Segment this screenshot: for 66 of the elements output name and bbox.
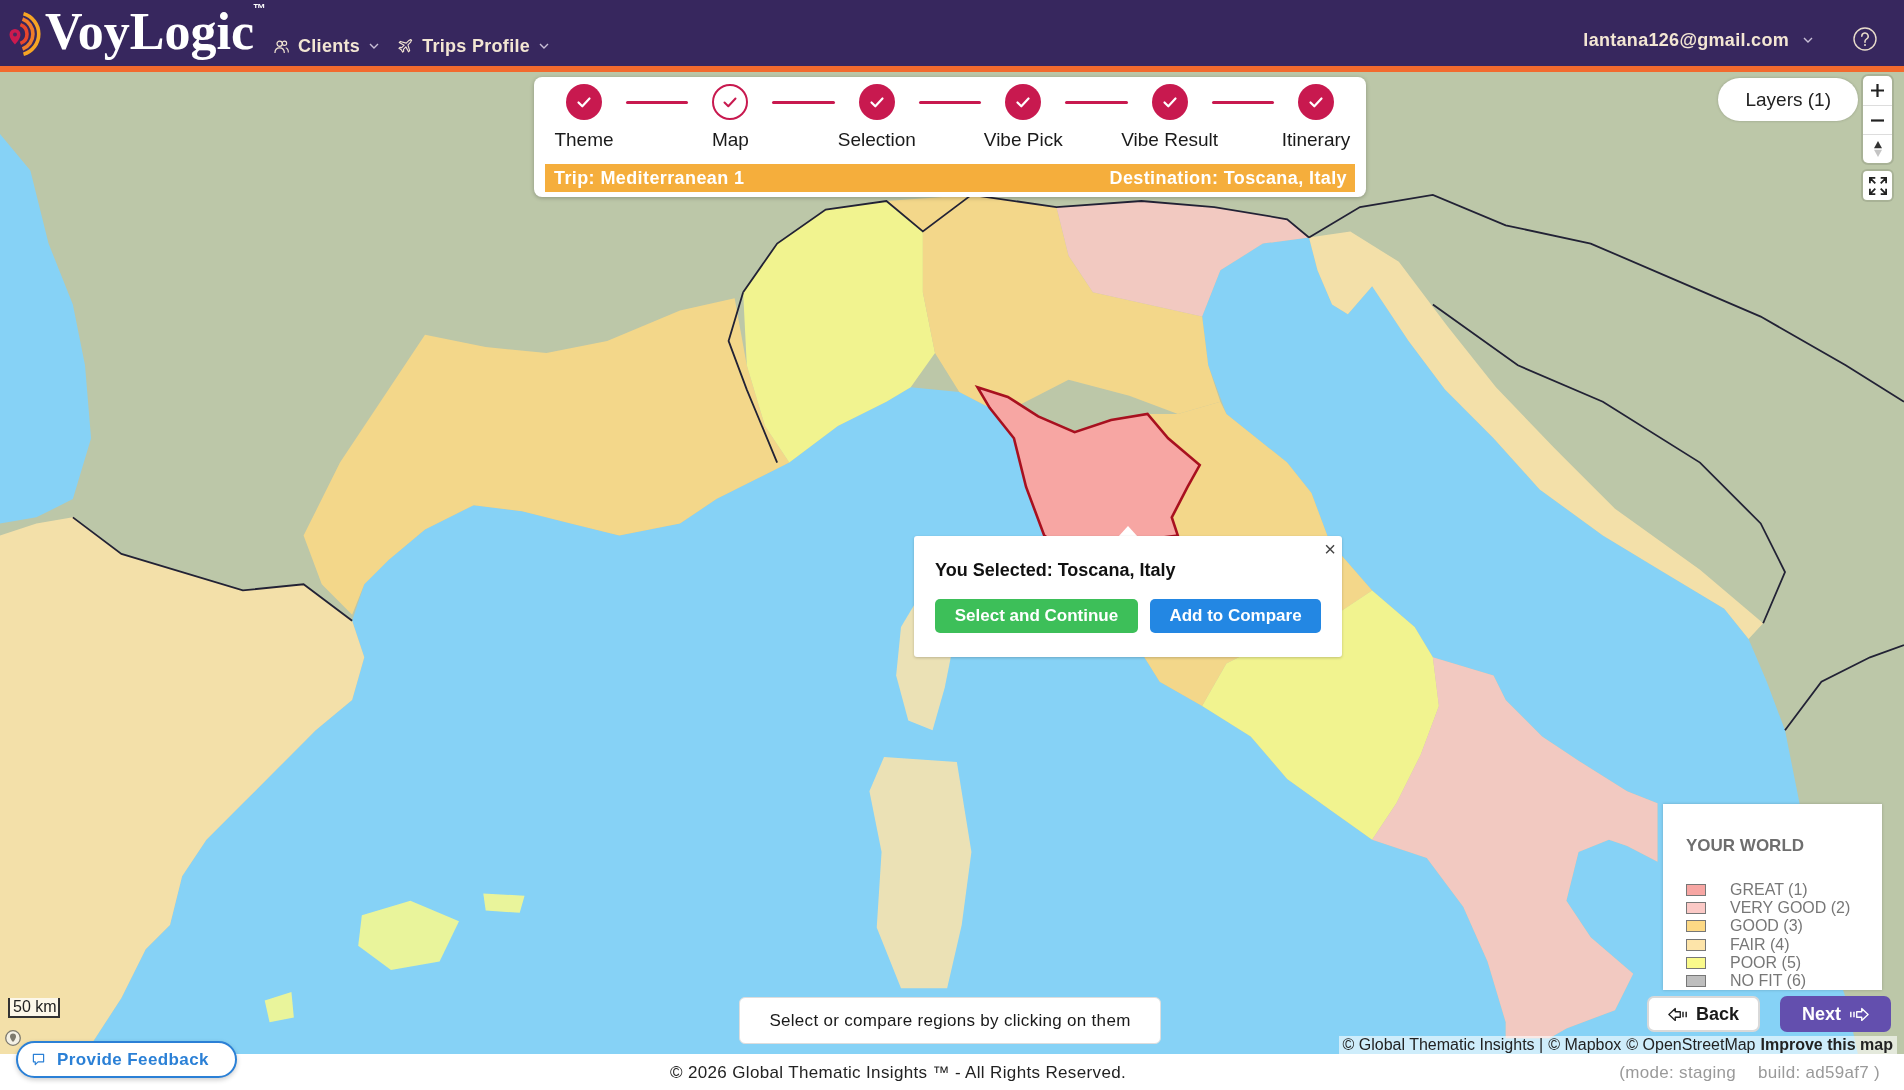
caret-icon xyxy=(539,43,550,49)
map-region[interactable] xyxy=(743,201,935,463)
step-label: Map xyxy=(711,129,749,151)
step-label: Theme xyxy=(554,129,614,151)
popup-title: You Selected: Toscana, Italy xyxy=(935,560,1177,580)
step-label: Selection xyxy=(837,129,916,151)
legend-label: VERY GOOD (2) xyxy=(1730,899,1851,918)
airplane-icon xyxy=(398,38,414,54)
legend-label: NO FIT (6) xyxy=(1730,972,1807,991)
plus-icon xyxy=(1871,84,1884,97)
nav-menu-item[interactable]: Clients xyxy=(274,35,380,57)
step-connector xyxy=(918,101,982,104)
trademark-mark: ™ xyxy=(253,2,266,15)
legend-title: YOUR WORLD xyxy=(1686,835,1806,857)
nav-menu-item[interactable]: Trips Profile xyxy=(398,35,550,57)
island-region[interactable] xyxy=(358,900,459,971)
chat-icon xyxy=(32,1053,45,1066)
map-region[interactable] xyxy=(1202,590,1439,840)
step-connector xyxy=(1211,101,1275,104)
user-menu-button[interactable]: lantana126@gmail.com xyxy=(1583,29,1813,51)
island-region[interactable] xyxy=(869,757,972,989)
trip-name: Trip: Mediterranean 1 xyxy=(554,167,745,189)
step-label: Vibe Result xyxy=(1121,129,1219,151)
scale-bar: 50 km xyxy=(8,998,60,1018)
feedback-button[interactable]: Provide Feedback xyxy=(16,1041,237,1078)
map-region[interactable] xyxy=(1309,231,1764,640)
step-connector xyxy=(772,101,835,104)
add-compare-button[interactable]: Add to Compare xyxy=(1150,599,1321,633)
step-label: Itinerary xyxy=(1281,129,1351,151)
arrow-right-icon xyxy=(1849,1006,1869,1022)
caret-icon xyxy=(1803,37,1813,43)
build-info: build: ad59af7 ) xyxy=(1758,1063,1880,1083)
map-region[interactable] xyxy=(1056,201,1309,317)
back-button[interactable]: Back xyxy=(1647,996,1760,1032)
fullscreen-icon xyxy=(1868,176,1887,195)
attribution-link[interactable]: © OpenStreetMap xyxy=(1626,1036,1756,1054)
legend-label: POOR (5) xyxy=(1730,953,1802,972)
attribution-text: © Global Thematic Insights | xyxy=(1342,1036,1544,1054)
island-region[interactable] xyxy=(264,991,294,1023)
step-connector xyxy=(626,101,689,104)
legend-label: FAIR (4) xyxy=(1730,935,1790,954)
copyright-text: © 2026 Global Thematic Insights ™ - All Rights Reserved. xyxy=(670,1063,1127,1083)
map-region[interactable] xyxy=(303,298,790,615)
close-button[interactable]: × xyxy=(1322,540,1338,558)
improve-map-link[interactable]: Improve this map xyxy=(1760,1036,1893,1054)
fullscreen-button[interactable] xyxy=(1863,171,1892,200)
next-button[interactable]: Next xyxy=(1780,996,1891,1032)
logo-text: VoyLogic xyxy=(45,6,254,58)
attribution-link[interactable]: © Mapbox xyxy=(1548,1036,1622,1054)
map-logo-icon xyxy=(5,1030,21,1046)
legend-label: GOOD (3) xyxy=(1730,917,1803,936)
people-icon xyxy=(274,38,289,54)
legend-label: GREAT (1) xyxy=(1730,881,1808,900)
caret-icon xyxy=(369,43,380,49)
arrow-left-icon xyxy=(1668,1006,1688,1022)
map-hint: Select or compare regions by clicking on them xyxy=(739,997,1161,1044)
minus-icon xyxy=(1871,118,1884,122)
logo-icon xyxy=(8,12,42,56)
step-label: Vibe Pick xyxy=(983,129,1063,151)
destination-name: Destination: Toscana, Italy xyxy=(1109,167,1347,189)
help-icon[interactable] xyxy=(1853,27,1877,51)
build-info: (mode: staging xyxy=(1619,1063,1736,1083)
compass-icon xyxy=(1873,141,1882,157)
step-connector xyxy=(1065,101,1128,104)
island-region[interactable] xyxy=(483,893,525,913)
layers-button[interactable]: Layers (1) xyxy=(1718,78,1858,121)
